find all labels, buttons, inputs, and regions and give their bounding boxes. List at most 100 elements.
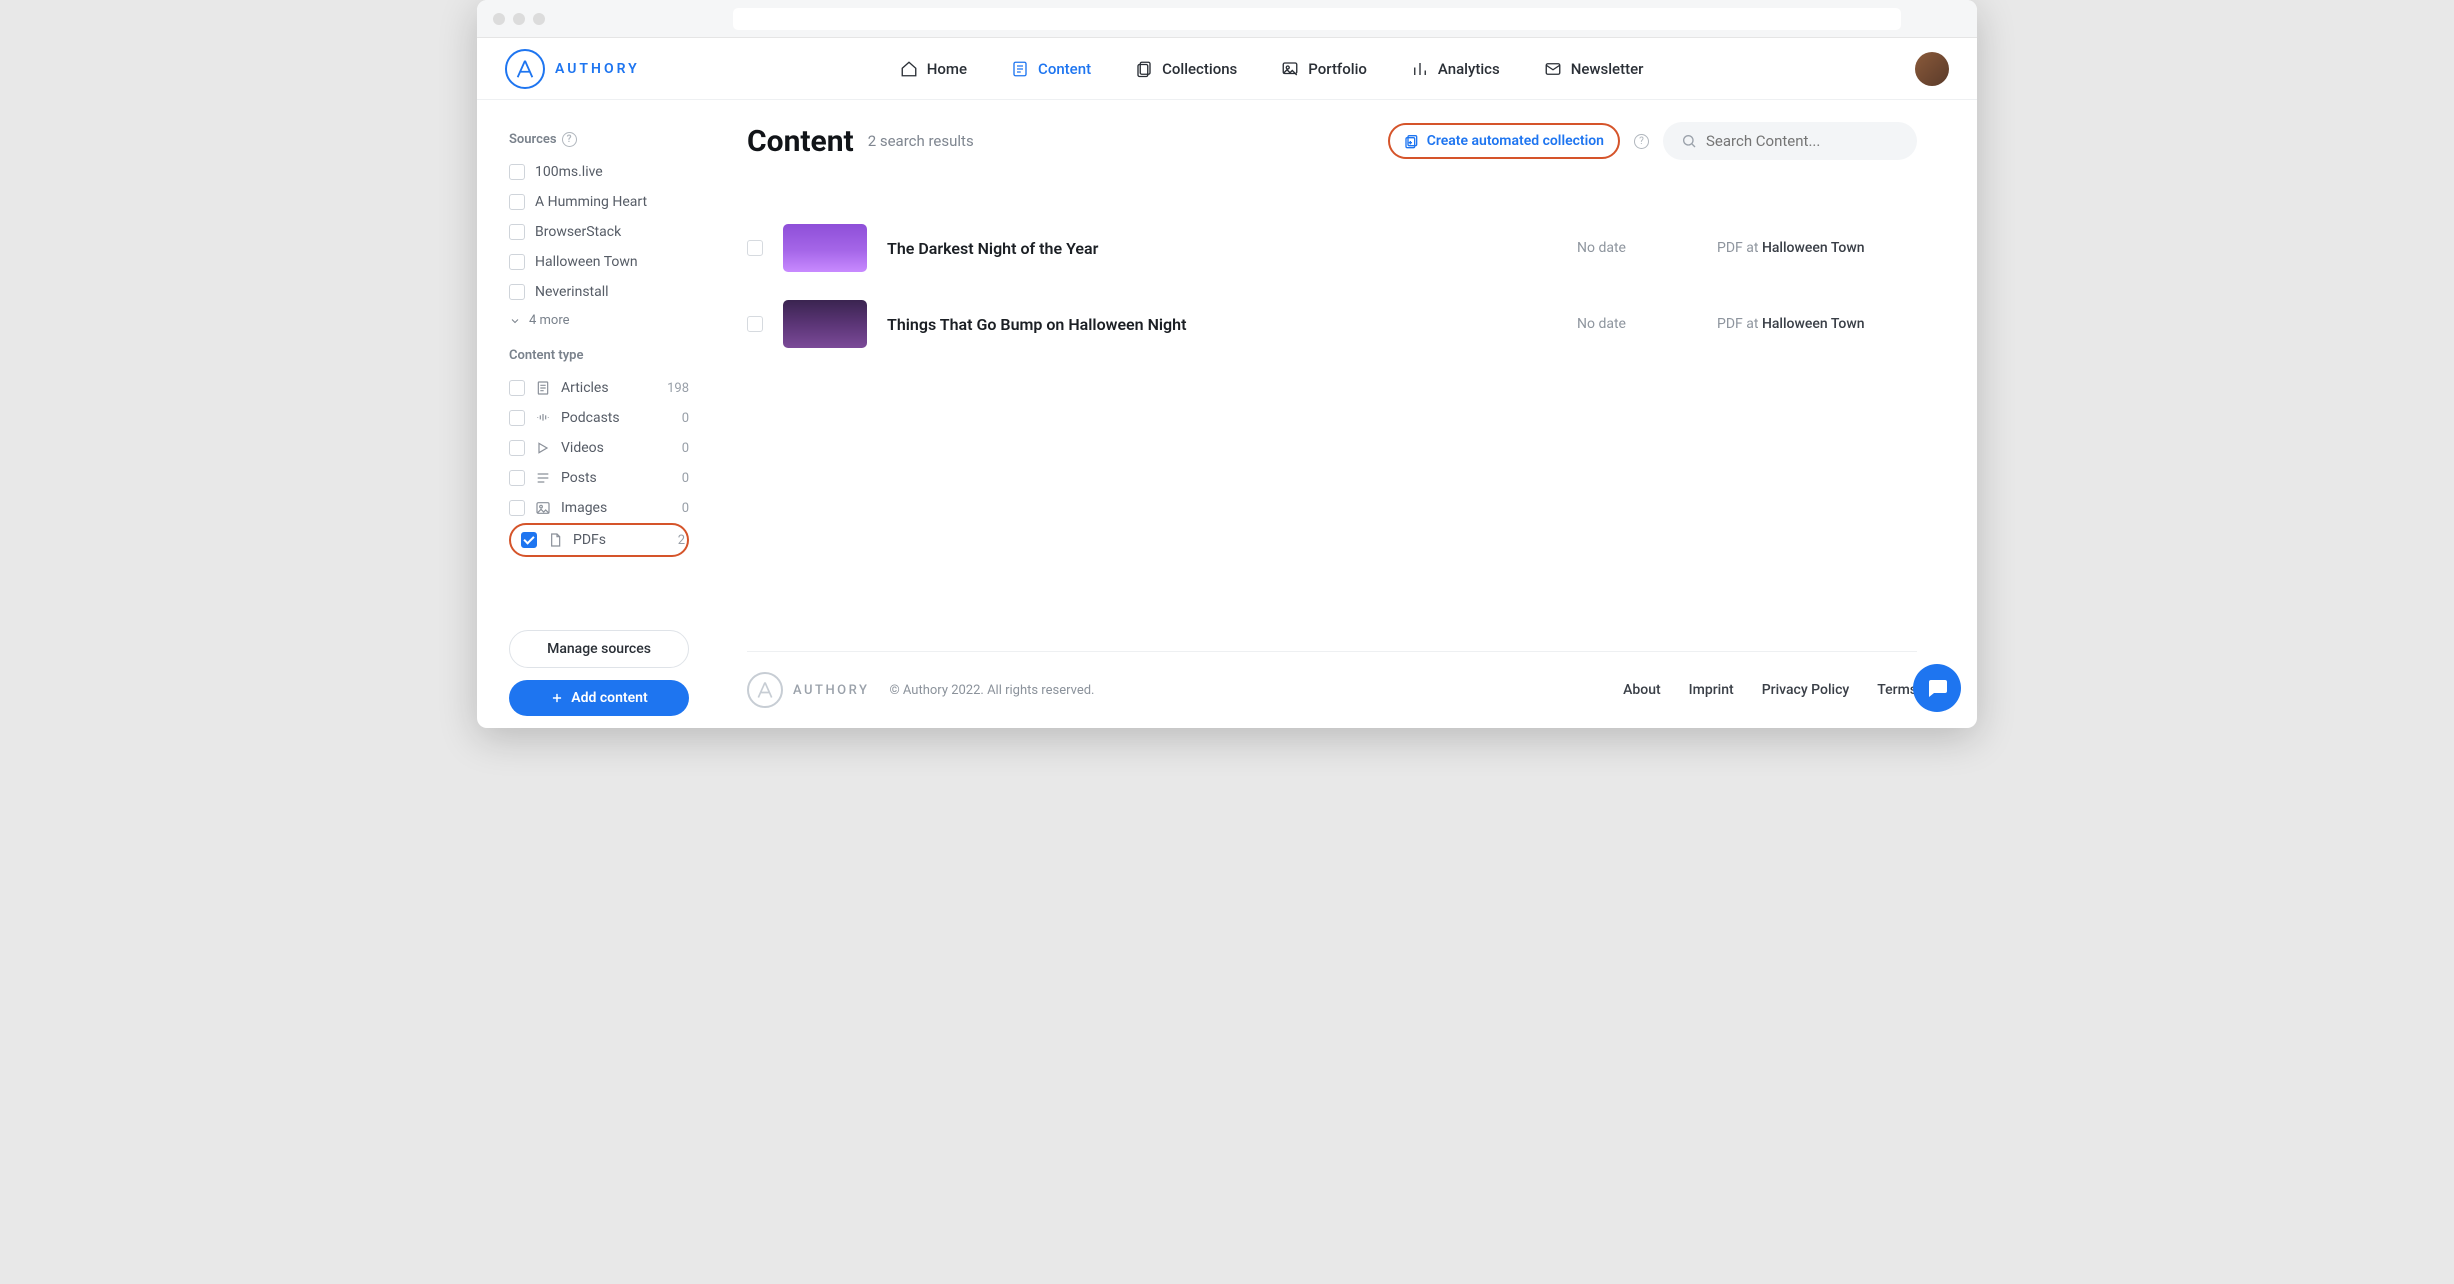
nav-analytics[interactable]: Analytics xyxy=(1411,60,1500,78)
footer: AUTHORY © Authory 2022. All rights reser… xyxy=(747,651,1917,728)
portfolio-icon xyxy=(1281,60,1299,78)
sources-more[interactable]: 4 more xyxy=(509,307,689,334)
source-neverinstall[interactable]: Neverinstall xyxy=(509,277,689,307)
row-title: Things That Go Bump on Halloween Night xyxy=(887,315,1557,334)
checkbox[interactable] xyxy=(509,410,525,426)
image-icon xyxy=(535,500,551,516)
avatar[interactable] xyxy=(1915,52,1949,86)
more-label: 4 more xyxy=(529,313,570,328)
main-header: Content 2 search results Create automate… xyxy=(747,122,1917,160)
nav-collections[interactable]: Collections xyxy=(1135,60,1237,78)
footer-link-privacy[interactable]: Privacy Policy xyxy=(1762,682,1850,698)
sources-heading: Sources ? xyxy=(509,132,689,147)
highlight-ring-pdfs: PDFs 2 xyxy=(509,523,689,557)
row-title: The Darkest Night of the Year xyxy=(887,239,1557,258)
nav-label: Analytics xyxy=(1438,60,1500,78)
source-label: Halloween Town xyxy=(535,254,638,270)
footer-link-terms[interactable]: Terms xyxy=(1877,682,1917,698)
nav-content[interactable]: Content xyxy=(1011,60,1091,78)
content-row[interactable]: Things That Go Bump on Halloween Night N… xyxy=(747,286,1917,362)
checkbox[interactable] xyxy=(509,284,525,300)
row-type: PDF xyxy=(1717,240,1743,256)
row-at: at xyxy=(1746,240,1758,256)
article-icon xyxy=(535,380,551,396)
type-label: Podcasts xyxy=(561,410,672,426)
row-meta: PDF at Halloween Town xyxy=(1717,316,1917,332)
footer-logo-icon xyxy=(747,672,783,708)
result-count: 2 search results xyxy=(868,132,974,150)
page-title: Content xyxy=(747,124,854,159)
type-count: 0 xyxy=(682,501,689,516)
checkbox[interactable] xyxy=(509,440,525,456)
footer-link-imprint[interactable]: Imprint xyxy=(1689,682,1734,698)
search-box[interactable] xyxy=(1663,122,1917,160)
search-icon xyxy=(1681,133,1697,149)
traffic-close[interactable] xyxy=(493,13,505,25)
type-images[interactable]: Images 0 xyxy=(509,493,689,523)
checkbox[interactable] xyxy=(509,164,525,180)
nav-newsletter[interactable]: Newsletter xyxy=(1544,60,1644,78)
manage-sources-button[interactable]: Manage sources xyxy=(509,630,689,668)
nav-home[interactable]: Home xyxy=(900,60,967,78)
nav-label: Newsletter xyxy=(1571,60,1644,78)
plus-icon xyxy=(550,691,564,705)
type-articles[interactable]: Articles 198 xyxy=(509,373,689,403)
create-automated-collection-button[interactable]: Create automated collection xyxy=(1388,123,1620,159)
checkbox[interactable] xyxy=(509,380,525,396)
search-input[interactable] xyxy=(1706,132,1899,150)
type-label: Articles xyxy=(561,380,657,396)
brand-logo-icon xyxy=(505,49,545,89)
type-count: 0 xyxy=(682,411,689,426)
sidebar-footer: Manage sources Add content xyxy=(509,630,689,728)
checkbox[interactable] xyxy=(509,500,525,516)
traffic-minimize[interactable] xyxy=(513,13,525,25)
nav-label: Home xyxy=(927,60,967,78)
checkbox[interactable] xyxy=(509,224,525,240)
type-pdfs[interactable]: PDFs 2 xyxy=(515,527,691,553)
type-count: 0 xyxy=(682,471,689,486)
row-source: Halloween Town xyxy=(1762,316,1865,332)
nav-label: Content xyxy=(1038,60,1091,78)
checkbox[interactable] xyxy=(509,254,525,270)
home-icon xyxy=(900,60,918,78)
content-row[interactable]: The Darkest Night of the Year No date PD… xyxy=(747,210,1917,286)
type-podcasts[interactable]: Podcasts 0 xyxy=(509,403,689,433)
type-count: 198 xyxy=(667,381,689,396)
content-icon xyxy=(1011,60,1029,78)
source-100ms[interactable]: 100ms.live xyxy=(509,157,689,187)
chevron-down-icon xyxy=(509,315,521,327)
add-content-button[interactable]: Add content xyxy=(509,680,689,716)
nav-label: Portfolio xyxy=(1308,60,1367,78)
type-posts[interactable]: Posts 0 xyxy=(509,463,689,493)
help-icon[interactable]: ? xyxy=(1634,134,1649,149)
checkbox[interactable] xyxy=(509,194,525,210)
video-icon xyxy=(535,440,551,456)
content-list: The Darkest Night of the Year No date PD… xyxy=(747,210,1917,362)
app: AUTHORY Home Content Collections Portf xyxy=(477,38,1977,728)
body: Sources ? 100ms.live A Humming Heart Bro… xyxy=(477,100,1977,728)
url-bar[interactable] xyxy=(733,8,1901,30)
chat-fab[interactable] xyxy=(1913,664,1961,712)
row-checkbox[interactable] xyxy=(747,316,763,332)
row-type: PDF xyxy=(1717,316,1743,332)
footer-link-about[interactable]: About xyxy=(1623,682,1661,698)
checkbox-checked[interactable] xyxy=(521,532,537,548)
checkbox[interactable] xyxy=(509,470,525,486)
podcast-icon xyxy=(535,410,551,426)
header-right: Create automated collection ? xyxy=(1388,122,1917,160)
source-halloween[interactable]: Halloween Town xyxy=(509,247,689,277)
source-browserstack[interactable]: BrowserStack xyxy=(509,217,689,247)
nav-portfolio[interactable]: Portfolio xyxy=(1281,60,1367,78)
brand-logo[interactable]: AUTHORY xyxy=(505,49,640,89)
type-label: Posts xyxy=(561,470,672,486)
traffic-maximize[interactable] xyxy=(533,13,545,25)
add-content-label: Add content xyxy=(571,690,647,706)
help-icon[interactable]: ? xyxy=(562,132,577,147)
sidebar: Sources ? 100ms.live A Humming Heart Bro… xyxy=(477,100,707,728)
type-count: 0 xyxy=(682,441,689,456)
thumbnail xyxy=(783,300,867,348)
content-type-heading: Content type xyxy=(509,348,689,363)
row-checkbox[interactable] xyxy=(747,240,763,256)
type-videos[interactable]: Videos 0 xyxy=(509,433,689,463)
source-ahumming[interactable]: A Humming Heart xyxy=(509,187,689,217)
